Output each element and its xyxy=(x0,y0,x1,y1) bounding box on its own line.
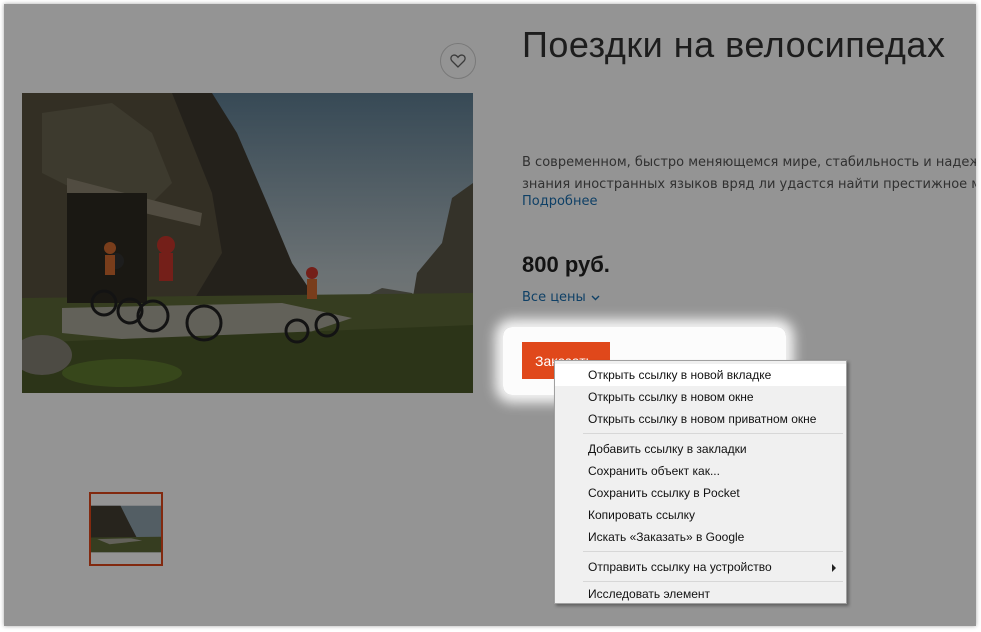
menu-item-search-google[interactable]: Искать «Заказать» в Google xyxy=(555,526,846,548)
product-description: В современном, быстро меняющемся мире, с… xyxy=(522,152,976,196)
all-prices-label: Все цены xyxy=(522,290,586,305)
menu-item-open-new-tab[interactable]: Открыть ссылку в новой вкладке xyxy=(555,364,846,386)
description-line: знания иностранных языков вряд ли удастс… xyxy=(522,177,976,192)
menu-item-open-new-window[interactable]: Открыть ссылку в новом окне xyxy=(555,386,846,408)
thumbnail-image xyxy=(91,505,161,553)
product-price: 800 руб. xyxy=(522,252,610,277)
product-photo[interactable] xyxy=(22,93,473,393)
browser-viewport: Поездки на велосипедах В современном, бы… xyxy=(4,4,976,626)
menu-separator xyxy=(583,551,843,552)
chevron-down-icon xyxy=(591,295,600,300)
gallery-thumbnail[interactable] xyxy=(89,492,163,566)
context-menu: Открыть ссылку в новой вкладке Открыть с… xyxy=(554,360,847,604)
more-link[interactable]: Подробнее xyxy=(522,194,597,209)
favorite-button[interactable] xyxy=(440,43,476,79)
description-line: В современном, быстро меняющемся мире, с… xyxy=(522,155,976,170)
page-title: Поездки на велосипедах xyxy=(522,24,946,65)
menu-item-save-to-pocket[interactable]: Сохранить ссылку в Pocket xyxy=(555,482,846,504)
menu-item-copy-link[interactable]: Копировать ссылку xyxy=(555,504,846,526)
menu-item-inspect[interactable]: Исследовать элемент xyxy=(555,583,846,605)
menu-item-bookmark-link[interactable]: Добавить ссылку в закладки xyxy=(555,438,846,460)
menu-separator xyxy=(583,581,843,582)
menu-item-label: Отправить ссылку на устройство xyxy=(588,560,772,574)
menu-item-send-to-device[interactable]: Отправить ссылку на устройство xyxy=(555,556,846,578)
all-prices-link[interactable]: Все цены xyxy=(522,290,600,305)
submenu-arrow-icon xyxy=(832,564,836,572)
heart-icon xyxy=(450,54,466,68)
menu-separator xyxy=(583,433,843,434)
menu-item-open-private-window[interactable]: Открыть ссылку в новом приватном окне xyxy=(555,408,846,430)
menu-item-save-as[interactable]: Сохранить объект как... xyxy=(555,460,846,482)
